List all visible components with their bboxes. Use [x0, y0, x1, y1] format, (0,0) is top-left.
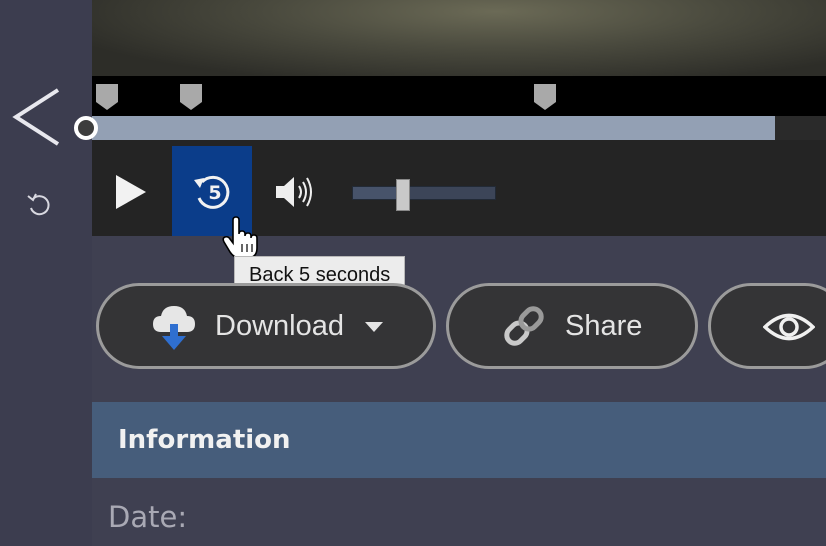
hand-cursor-icon	[222, 216, 258, 259]
rewind-5-icon: 5	[194, 175, 230, 209]
volume-thumb[interactable]	[396, 179, 410, 211]
volume-icon[interactable]	[274, 174, 314, 210]
download-label: Download	[215, 310, 344, 342]
video-frame[interactable]	[92, 0, 826, 78]
progress-handle[interactable]	[74, 116, 98, 140]
view-button[interactable]	[708, 283, 826, 369]
bookmark-marker[interactable]	[96, 84, 118, 110]
play-icon[interactable]	[110, 172, 150, 212]
date-label: Date:	[108, 500, 188, 534]
cloud-download-icon	[153, 306, 195, 350]
eye-icon	[763, 313, 815, 341]
left-sidebar	[0, 0, 92, 546]
information-header: Information	[92, 402, 826, 478]
bookmark-marker[interactable]	[534, 84, 556, 110]
progress-bar[interactable]	[74, 116, 826, 140]
link-icon	[504, 306, 544, 346]
chevron-down-icon	[365, 322, 383, 332]
markers-bar	[92, 76, 826, 116]
information-title: Information	[118, 425, 291, 455]
undo-icon[interactable]	[25, 190, 53, 218]
bookmark-marker[interactable]	[180, 84, 202, 110]
player-controls: 5	[92, 140, 826, 236]
download-button[interactable]: Download	[96, 283, 436, 369]
progress-fill	[92, 116, 775, 140]
share-label: Share	[565, 310, 643, 342]
share-button[interactable]: Share	[446, 283, 698, 369]
rewind-seconds-number: 5	[208, 182, 221, 204]
chevron-left-icon[interactable]	[10, 86, 64, 148]
volume-slider[interactable]	[352, 179, 496, 211]
